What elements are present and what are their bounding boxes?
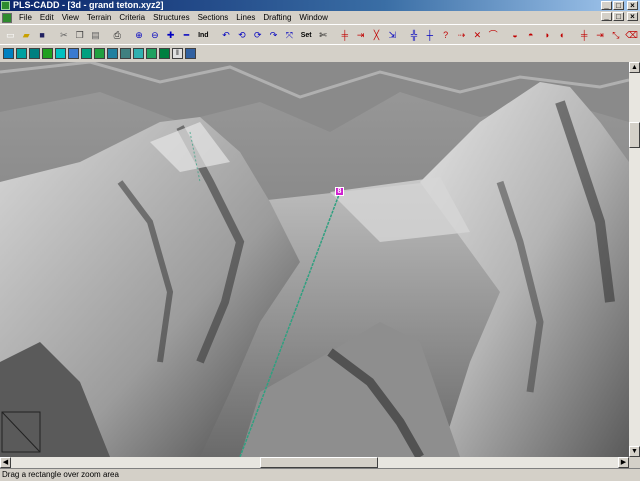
maximize-button[interactable]: □ (613, 1, 624, 10)
window-title: PLS-CADD - [3d - grand teton.xyz2] (13, 0, 164, 10)
zoom-indexed-icon[interactable]: Ind (195, 28, 212, 43)
zoom-in-icon[interactable]: ⊕ (132, 28, 147, 43)
menu-view[interactable]: View (58, 11, 83, 24)
paste-icon[interactable]: ▤ (88, 28, 103, 43)
display-features-icon[interactable] (68, 48, 79, 59)
display-clearances-icon[interactable] (120, 48, 131, 59)
structure-marker[interactable]: 8 (335, 187, 344, 196)
document-icon[interactable] (2, 12, 12, 23)
scroll-up-button[interactable]: ▲ (629, 62, 640, 73)
scroll-right-button[interactable]: ▶ (618, 457, 629, 468)
scroll-down-button[interactable]: ▼ (629, 446, 640, 457)
pi-move-icon[interactable]: ┼ (422, 28, 437, 43)
set-view-icon[interactable]: Set (298, 28, 315, 43)
display-map-icon[interactable] (146, 48, 157, 59)
terrain-3d-view[interactable]: 8 (0, 62, 629, 457)
close-button[interactable]: × (627, 1, 638, 10)
structure-marker-label: 8 (337, 188, 342, 195)
display-3d-icon[interactable] (29, 48, 40, 59)
menu-sections[interactable]: Sections (194, 11, 233, 24)
menu-lines[interactable]: Lines (232, 11, 259, 24)
display-toolbar: ‖ (0, 44, 640, 62)
wire-delete-icon[interactable]: ⌫ (624, 28, 639, 43)
scissors-icon[interactable]: ✄ (316, 28, 331, 43)
section-move-icon[interactable]: ◓ (523, 28, 538, 43)
move-structure-icon[interactable]: ⇥ (353, 28, 368, 43)
display-points-icon[interactable] (81, 48, 92, 59)
zoom-out-icon[interactable]: ⊖ (147, 28, 162, 43)
new-file-icon[interactable]: ▭ (3, 28, 18, 43)
display-sections-icon[interactable] (133, 48, 144, 59)
pi-delete-icon[interactable]: ✕ (470, 28, 485, 43)
window-controls: _ □ × (601, 1, 638, 10)
display-image-icon[interactable] (159, 48, 170, 59)
rotate-down-icon[interactable]: ⟳ (250, 28, 265, 43)
app-icon (1, 1, 10, 10)
display-tin-icon[interactable] (42, 48, 53, 59)
pi-query-icon[interactable]: ? (438, 28, 453, 43)
menu-terrain[interactable]: Terrain (83, 11, 115, 24)
display-layers-icon[interactable] (185, 48, 196, 59)
document-window-controls: _ □ × (601, 12, 638, 21)
rotate-left-icon[interactable]: ↶ (219, 28, 234, 43)
rotate-up-icon[interactable]: ⟲ (234, 28, 249, 43)
print-icon[interactable]: ⎙ (110, 28, 125, 43)
add-pi-icon[interactable]: ╬ (407, 28, 422, 43)
vertical-scroll-thumb[interactable] (629, 122, 640, 148)
wire-move-icon[interactable]: ⇥ (593, 28, 608, 43)
cut-icon[interactable]: ✂ (56, 28, 71, 43)
menu-file[interactable]: File (15, 11, 36, 24)
horizontal-scrollbar[interactable]: ◀ ▶ (0, 457, 629, 468)
structure-options-icon[interactable]: ⇲ (385, 28, 400, 43)
pan-plus-icon[interactable]: ✚ (163, 28, 178, 43)
section-query-icon[interactable]: ◑ (539, 28, 554, 43)
wire-query-icon[interactable]: ⤡ (608, 28, 623, 43)
copy-icon[interactable]: ❐ (72, 28, 87, 43)
scroll-left-button[interactable]: ◀ (0, 457, 11, 468)
minimize-button[interactable]: _ (601, 1, 612, 10)
add-structure-icon[interactable]: ╪ (337, 28, 352, 43)
display-wires-icon[interactable] (107, 48, 118, 59)
menu-window[interactable]: Window (295, 11, 331, 24)
menu-drafting[interactable]: Drafting (259, 11, 295, 24)
horizontal-scroll-thumb[interactable] (260, 457, 378, 468)
document-minimize-button[interactable]: _ (601, 12, 612, 21)
section-add-icon[interactable]: ◒ (508, 28, 523, 43)
display-structures-icon[interactable] (94, 48, 105, 59)
sag-icon[interactable]: ⌒ (486, 28, 501, 43)
vertical-scrollbar[interactable]: ▲ ▼ (629, 62, 640, 457)
open-folder-icon[interactable]: ▰ (19, 28, 34, 43)
menu-criteria[interactable]: Criteria (115, 11, 149, 24)
rotate-right-icon[interactable]: ↷ (266, 28, 281, 43)
status-text: Drag a rectangle over zoom area (2, 470, 119, 479)
menu-structures[interactable]: Structures (149, 11, 193, 24)
display-profile-icon[interactable] (3, 48, 14, 59)
save-icon[interactable]: ■ (35, 28, 50, 43)
display-contours-icon[interactable] (55, 48, 66, 59)
view-reset-icon[interactable]: ⤧ (282, 28, 297, 43)
pan-minus-icon[interactable]: ━ (179, 28, 194, 43)
pi-edit-icon[interactable]: ⇢ (454, 28, 469, 43)
display-plan-icon[interactable] (16, 48, 27, 59)
section-delete-icon[interactable]: ◐ (555, 28, 570, 43)
scrollbar-corner (629, 457, 640, 468)
wire-add-icon[interactable]: ╪ (577, 28, 592, 43)
display-pause-icon[interactable]: ‖ (172, 48, 183, 59)
menu-bar: File Edit View Terrain Criteria Structures Sec… (0, 11, 640, 24)
title-bar: PLS-CADD - [3d - grand teton.xyz2] _ □ × (0, 0, 640, 11)
status-bar: Drag a rectangle over zoom area (0, 468, 640, 480)
terrain-render (0, 62, 629, 457)
main-toolbar: ▭ ▰ ■ ✂ ❐ ▤ ⎙ ⊕ ⊖ ✚ ━ Ind ↶ ⟲ ⟳ ↷ ⤧ Set ✄ ╪ ⇥ ╳ ⇲ ╬ ┼? ⇢ ✕ ⌒ ◒ ◓ ◑ ◐ ╪ ⇥ ⤡… (0, 24, 640, 46)
menu-edit[interactable]: Edit (36, 11, 58, 24)
delete-structure-icon[interactable]: ╳ (369, 28, 384, 43)
document-close-button[interactable]: × (627, 12, 638, 21)
document-restore-button[interactable]: □ (613, 12, 624, 21)
